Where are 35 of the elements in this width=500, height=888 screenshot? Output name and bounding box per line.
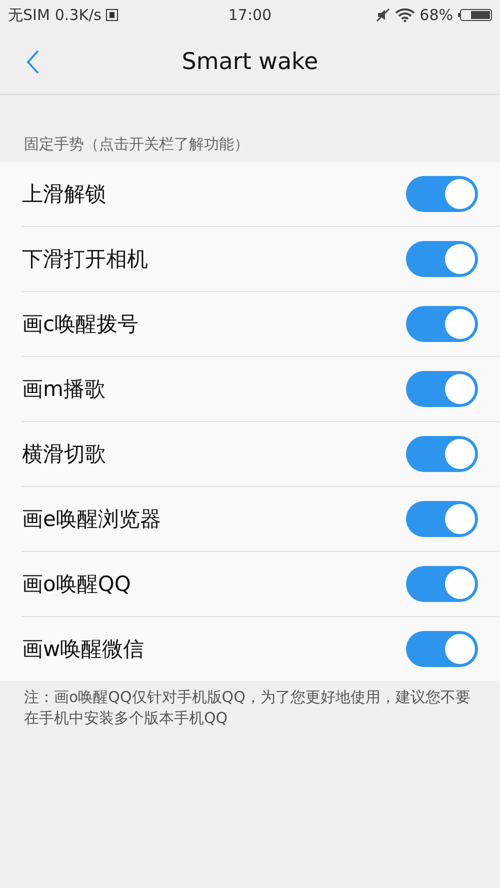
toggle-switch[interactable] xyxy=(406,436,478,472)
gesture-label: 上滑解锁 xyxy=(22,181,106,208)
gesture-row[interactable]: 画e唤醒浏览器 xyxy=(22,487,500,552)
toggle-switch[interactable] xyxy=(406,371,478,407)
note-text: 注：画o唤醒QQ仅针对手机版QQ，为了您更好地使用，建议您不要在手机中安装多个版本手机QQ xyxy=(23,687,472,729)
gesture-label: 画o唤醒QQ xyxy=(22,571,131,598)
gesture-label: 下滑打开相机 xyxy=(22,246,148,273)
sim-icon xyxy=(106,9,118,21)
toggle-switch[interactable] xyxy=(406,501,478,537)
battery-percent: 68% xyxy=(420,6,453,24)
toggle-switch[interactable] xyxy=(406,241,478,277)
network-speed: 0.3K/s xyxy=(54,6,102,24)
page-title: Smart wake xyxy=(180,49,320,75)
battery-icon xyxy=(458,8,492,22)
gesture-row[interactable]: 横滑切歌 xyxy=(22,422,500,487)
gesture-row[interactable]: 画w唤醒微信 xyxy=(22,617,500,681)
gesture-label: 画w唤醒微信 xyxy=(22,636,144,663)
mute-icon xyxy=(376,8,390,22)
toggle-switch[interactable] xyxy=(406,306,478,342)
gesture-label: 横滑切歌 xyxy=(22,441,106,468)
gesture-row[interactable]: 上滑解锁 xyxy=(22,162,500,227)
toggle-switch[interactable] xyxy=(406,566,478,602)
gesture-label: 画e唤醒浏览器 xyxy=(22,506,161,533)
toggle-switch[interactable] xyxy=(406,631,478,667)
gesture-label: 画m播歌 xyxy=(22,376,106,403)
gesture-row[interactable]: 画o唤醒QQ xyxy=(22,552,500,617)
toggle-switch[interactable] xyxy=(406,176,478,212)
wifi-icon xyxy=(394,8,415,22)
clock-time: 17:00 xyxy=(227,6,273,24)
gesture-row[interactable]: 画c唤醒拨号 xyxy=(22,292,500,357)
gesture-label: 画c唤醒拨号 xyxy=(22,311,139,338)
section-label: 固定手势（点击开关栏了解功能） xyxy=(23,134,250,155)
gesture-row[interactable]: 画m播歌 xyxy=(22,357,500,422)
carrier-text: 无SIM xyxy=(8,6,50,24)
gesture-row[interactable]: 下滑打开相机 xyxy=(22,227,500,292)
